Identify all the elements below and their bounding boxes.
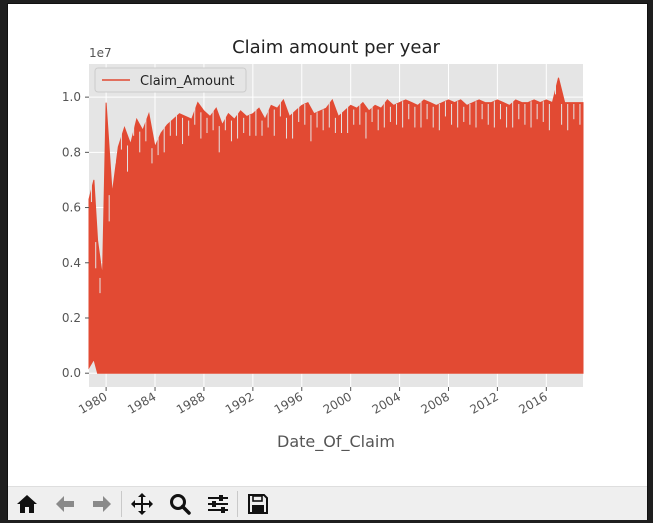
y-tick-label: 0.4 (62, 256, 81, 270)
chart-title: Claim amount per year (232, 37, 440, 58)
home-button[interactable] (12, 489, 42, 518)
y-tick-label: 1.0 (62, 90, 81, 104)
background-window-edge (647, 0, 653, 523)
x-tick-label: 1992 (223, 389, 256, 416)
matplotlib-figure-window: 0.0 0.2 0.4 0.6 0.8 1.0 1980 1984 1988 1992 1996 20… (8, 4, 647, 520)
x-tick-label: 2012 (467, 389, 500, 416)
y-tick-label: 0.2 (62, 311, 81, 325)
forward-arrow-icon (93, 495, 111, 512)
x-tick-label: 2004 (370, 389, 403, 416)
y-tick-label: 0.6 (62, 201, 81, 215)
x-axis-label: Date_Of_Claim (277, 432, 395, 452)
toolbar-separator (121, 491, 122, 517)
x-tick-label: 2000 (321, 389, 354, 416)
pan-button[interactable] (127, 489, 157, 518)
y-tick-label: 0.0 (62, 366, 81, 380)
x-tick-label: 1984 (125, 389, 158, 416)
x-tick-label: 2008 (419, 389, 452, 416)
back-arrow-icon (56, 495, 74, 512)
configure-subplots-icon (208, 494, 228, 513)
legend: Claim_Amount (94, 67, 247, 93)
back-button[interactable] (50, 489, 80, 518)
home-icon (17, 494, 37, 513)
zoom-button[interactable] (165, 489, 195, 518)
figure-canvas: 0.0 0.2 0.4 0.6 0.8 1.0 1980 1984 1988 1992 1996 20… (8, 4, 647, 484)
toolbar-separator (237, 491, 238, 517)
x-tick-label: 1988 (174, 389, 207, 416)
navigation-toolbar (8, 486, 647, 520)
y-tick-label: 0.8 (62, 145, 81, 159)
x-tick-label: 2016 (516, 389, 549, 416)
save-button[interactable] (243, 489, 273, 518)
pan-icon (131, 492, 153, 515)
legend-entry-label: Claim_Amount (140, 74, 235, 89)
forward-button[interactable] (87, 489, 117, 518)
chart-svg: 0.0 0.2 0.4 0.6 0.8 1.0 1980 1984 1988 1992 1996 20… (62, 37, 584, 452)
zoom-icon (170, 493, 191, 515)
configure-subplots-button[interactable] (203, 489, 233, 518)
x-tick-label: 1996 (272, 389, 305, 416)
save-icon (248, 493, 268, 514)
x-tick-label: 1980 (76, 389, 109, 416)
y-offset-label: 1e7 (89, 46, 112, 60)
